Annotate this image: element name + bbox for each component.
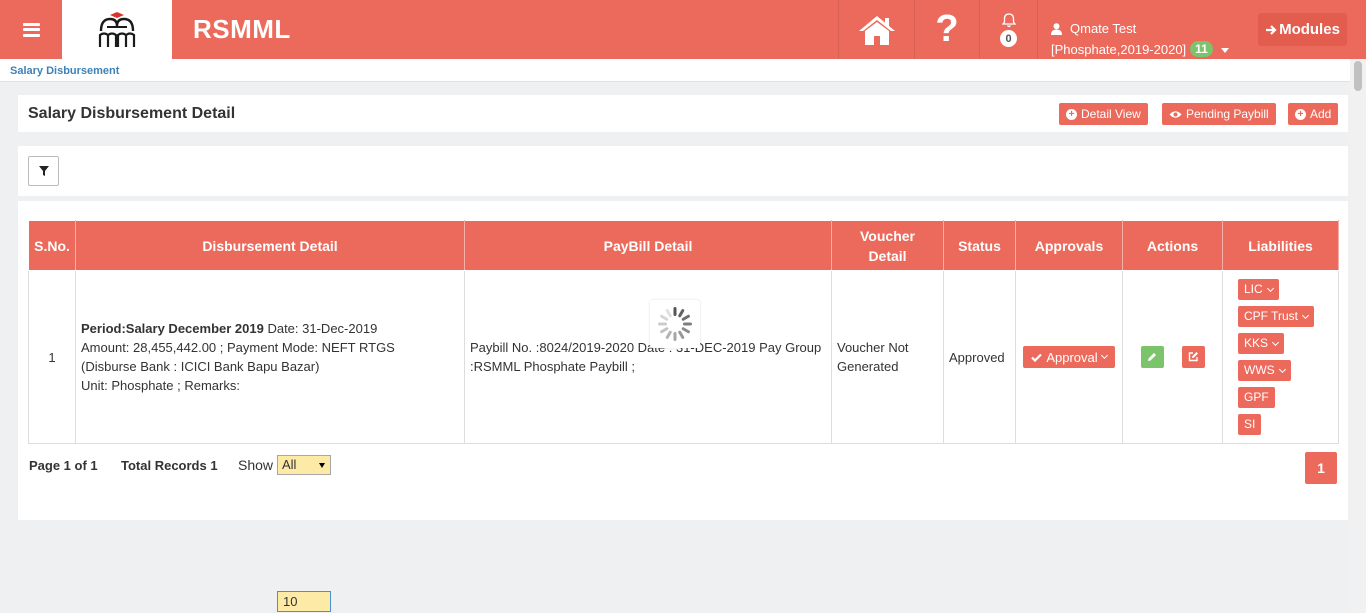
liability-label: GPF [1244, 390, 1269, 404]
bell-icon [1001, 13, 1016, 28]
unit-line: Unit: Phosphate ; Remarks: [81, 378, 240, 393]
filter-button[interactable] [28, 156, 59, 186]
column-header[interactable]: Actions [1122, 220, 1223, 271]
user-name: Qmate Test [1070, 21, 1137, 36]
breadcrumb-link[interactable]: Salary Disbursement [10, 65, 119, 77]
filter-panel [18, 146, 1348, 196]
column-header[interactable]: Approvals [1015, 220, 1123, 271]
edit-square-icon [1188, 352, 1198, 362]
column-header[interactable]: Disbursement Detail [75, 220, 465, 271]
arrow-right-icon [1266, 24, 1277, 35]
page-size-select[interactable]: All [277, 455, 331, 475]
user-badge: 11 [1190, 41, 1213, 57]
chevron-down-icon [1278, 365, 1286, 373]
add-button[interactable]: + Add [1288, 103, 1339, 125]
page-title: Salary Disbursement Detail [28, 105, 236, 122]
liability-label: CPF Trust [1244, 309, 1299, 323]
home-button[interactable] [838, 0, 914, 59]
title-panel: Salary Disbursement Detail [18, 95, 1348, 132]
edit-button[interactable] [1140, 346, 1164, 369]
notification-count-badge: 0 [1000, 30, 1017, 47]
serial-number-cell: 1 [28, 270, 76, 444]
loading-spinner [650, 300, 700, 348]
chevron-down-icon [1271, 338, 1280, 346]
modules-label: Modules [1279, 21, 1340, 38]
menu-toggle-button[interactable] [0, 0, 62, 59]
help-icon: ? [935, 8, 959, 50]
modules-button[interactable]: Modules [1258, 13, 1347, 46]
chevron-down-icon [1301, 311, 1310, 319]
brand-title: RSMML [193, 14, 291, 44]
liability-si-button[interactable]: SI [1238, 414, 1262, 435]
page-size-option-input[interactable]: 10 [277, 591, 331, 612]
paybill-detail-cell: Paybill No. :8024/2019-2020 Date : 31-DE… [464, 270, 832, 444]
add-label: Add [1310, 107, 1332, 121]
liability-label: WWS [1244, 363, 1275, 377]
pending-paybill-label: Pending Paybill [1186, 107, 1269, 121]
page-size-value: All [282, 457, 297, 472]
user-context: [Phosphate,2019-2020] [1051, 41, 1187, 57]
voucher-detail-cell: Voucher Not Generated [831, 270, 944, 444]
column-header[interactable]: Status [943, 220, 1016, 271]
company-logo[interactable] [62, 0, 172, 59]
home-icon [858, 15, 895, 45]
table-header-row: S.No. Disbursement Detail PayBill Detail… [28, 220, 1339, 271]
disbursement-date: Date: 31-Dec-2019 [267, 321, 378, 336]
hamburger-icon [22, 22, 40, 37]
user-icon [1051, 22, 1062, 35]
bank-line: (Disburse Bank : ICICI Bank Bapu Bazar) [81, 359, 320, 374]
help-button[interactable]: ? [914, 0, 979, 59]
liability-label: KKS [1244, 336, 1269, 350]
top-bar: RSMML ? 0 Qmate Test [Phosphate,2019-202… [0, 0, 1366, 59]
chevron-down-icon [1266, 284, 1274, 292]
liability-label: LIC [1244, 282, 1263, 296]
liability-label: SI [1244, 417, 1256, 431]
plus-circle-icon: + [1295, 108, 1306, 120]
amount-line: Amount: 28,455,442.00 ; Payment Mode: NE… [81, 340, 395, 355]
liability-gpf-button[interactable]: GPF [1238, 387, 1275, 408]
check-icon [1031, 353, 1043, 362]
edit-external-button[interactable] [1181, 345, 1205, 368]
status-cell: Approved [943, 270, 1016, 444]
page-scrollbar[interactable] [1350, 59, 1366, 613]
pending-paybill-button[interactable]: Pending Paybill [1162, 103, 1276, 125]
caret-down-icon [1220, 48, 1229, 53]
approvals-cell: Approval [1015, 270, 1123, 444]
show-label: Show [238, 457, 274, 473]
pencil-icon [1148, 353, 1156, 362]
notifications-button[interactable]: 0 [979, 0, 1037, 59]
detail-view-button[interactable]: + Detail View [1059, 103, 1148, 125]
scrollbar-thumb[interactable] [1354, 61, 1362, 91]
actions-cell [1122, 270, 1223, 444]
disbursement-detail-cell: Period:Salary December 2019 Date: 31-Dec… [75, 270, 465, 444]
liability-wws-button[interactable]: WWS [1238, 360, 1291, 381]
chevron-down-icon [1100, 351, 1108, 360]
page-1-button[interactable]: 1 [1305, 452, 1337, 484]
column-header[interactable]: S.No. [28, 220, 76, 271]
filter-icon [38, 166, 49, 176]
liability-lic-button[interactable]: LIC [1238, 279, 1279, 300]
column-header[interactable]: Voucher Detail [831, 220, 944, 271]
approval-label: Approval [1046, 349, 1098, 365]
user-menu[interactable]: Qmate Test [Phosphate,2019-2020] 11 [1037, 0, 1247, 59]
dropdown-arrow-icon [319, 463, 325, 468]
liability-kks-button[interactable]: KKS [1238, 333, 1285, 354]
detail-view-label: Detail View [1081, 107, 1141, 121]
column-header[interactable]: PayBill Detail [464, 220, 832, 271]
period-label: Period:Salary December 2019 [81, 321, 264, 336]
breadcrumb: Salary Disbursement [0, 59, 1350, 82]
spinner-icon [658, 307, 692, 341]
eye-icon [1169, 110, 1182, 118]
table-row: 1 Period:Salary December 2019 Date: 31-D… [28, 270, 1339, 444]
voucher-header-label: Voucher Detail [860, 227, 915, 264]
logo-icon [98, 11, 136, 47]
column-header[interactable]: Liabilities [1222, 220, 1339, 271]
approval-dropdown-button[interactable]: Approval [1023, 346, 1115, 368]
page-info: Page 1 of 1 [29, 458, 98, 473]
liabilities-cell: LIC CPF Trust KKS WWS GPF SI [1222, 270, 1339, 444]
total-records: Total Records 1 [121, 458, 218, 473]
plus-circle-icon: + [1066, 108, 1077, 120]
liability-cpf-trust-button[interactable]: CPF Trust [1238, 306, 1315, 327]
